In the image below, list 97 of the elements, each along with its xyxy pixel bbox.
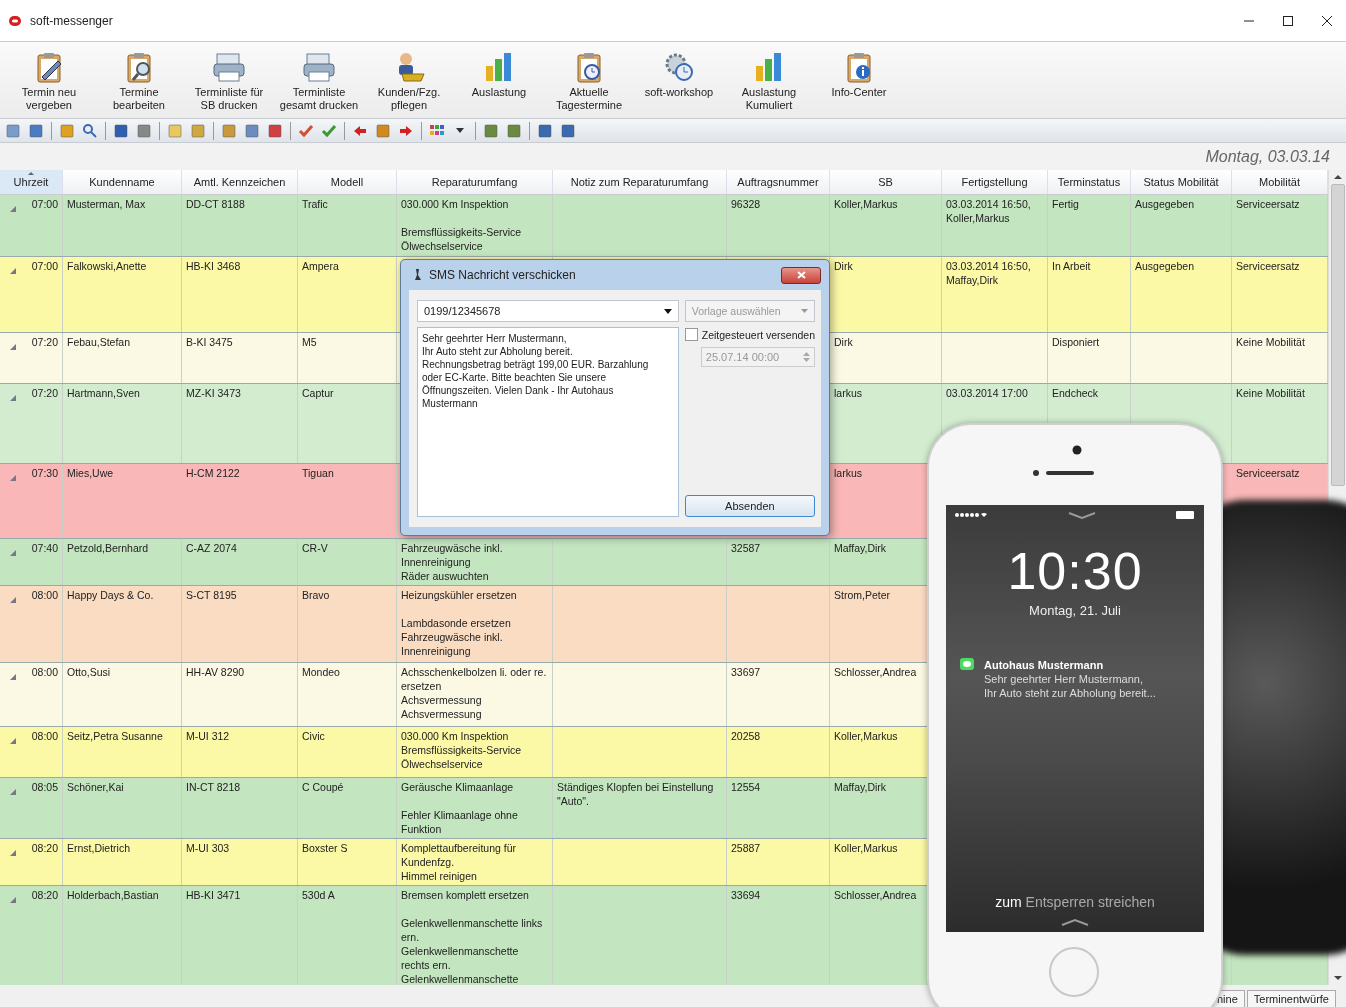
table-cell: 32587: [731, 542, 761, 554]
table-cell: Hartmann,Sven: [67, 387, 140, 399]
table-cell: Heizungskühler ersetzen Lambdasonde ersetzen Fahrzeugwäsche inkl. Innenreinigung: [401, 589, 517, 657]
table-cell: Koller,Markus: [834, 198, 898, 210]
table-cell: Maffay,Dirk: [834, 781, 887, 793]
table-cell: Mondeo: [302, 666, 340, 678]
table-cell: HB-KI 3468: [186, 260, 241, 272]
table-cell-text: 07:40: [31, 541, 58, 556]
table-cell: S-CT 8195: [186, 589, 237, 601]
table-cell-text: 07:00: [31, 197, 58, 212]
table-cell: Strom,Peter: [834, 589, 891, 601]
table-cell: CR-V: [302, 542, 328, 554]
table-cell: Keine Mobilität: [1236, 387, 1305, 399]
table-cell: Schlosser,Andrea: [834, 666, 917, 678]
table-cell: Bravo: [302, 589, 330, 601]
table-cell: Boxster S: [302, 842, 348, 854]
table-cell: MZ-KI 3473: [186, 387, 241, 399]
table-cell: Fertig: [1052, 198, 1079, 210]
table-cell: Ernst,Dietrich: [67, 842, 130, 854]
table-cell: Petzold,Bernhard: [67, 542, 149, 554]
table-cell-text: 07:20: [31, 335, 58, 350]
table-cell: Schlosser,Andrea: [834, 889, 917, 901]
table-cell: Captur: [302, 387, 334, 399]
date-label: Montag, 03.03.14: [1205, 147, 1330, 166]
dialog-title: SMS Nachricht verschicken: [429, 268, 576, 282]
table-cell: Keine Mobilität: [1236, 336, 1305, 348]
table-cell: larkus: [834, 387, 862, 399]
table-cell-text: 08:20: [31, 888, 58, 903]
table-cell: Dirk: [834, 260, 853, 272]
table-cell: 20258: [731, 730, 761, 742]
table-cell: larkus: [834, 467, 862, 479]
table-cell: 12554: [731, 781, 761, 793]
table-cell-text: 08:05: [31, 780, 58, 795]
table-cell: 03.03.2014 16:50, Maffay,Dirk: [946, 260, 1031, 286]
table-cell: H-CM 2122: [186, 467, 240, 479]
table-cell: HB-KI 3471: [186, 889, 241, 901]
table-cell: 030.000 Km Inspektion Bremsflüssigkeits-Service Ölwechselservice: [401, 730, 522, 770]
table-cell: Civic: [302, 730, 325, 742]
table-cell: Fahrzeugwäsche inkl. Innenreinigung Räder auswuchten: [401, 542, 503, 582]
lock-screen-date: Montag, 21. Juli: [1029, 603, 1121, 618]
table-cell: Otto,Susi: [67, 666, 111, 678]
table-cell: Ausgegeben: [1135, 260, 1194, 272]
table-cell: 03.03.2014 17:00: [946, 387, 1028, 399]
table-cell: IN-CT 8218: [186, 781, 241, 793]
table-cell: Seitz,Petra Susanne: [67, 730, 163, 742]
table-cell: Serviceersatz: [1236, 467, 1300, 479]
table-cell: Koller,Markus: [834, 730, 898, 742]
table-cell-text: 07:30: [31, 466, 58, 481]
table-cell: 33697: [731, 666, 761, 678]
table-cell: Geräusche Klimaanlage Fehler Klimaanlage ohne Funktion: [401, 781, 518, 835]
table-cell: Maffay,Dirk: [834, 542, 887, 554]
table-cell: Schöner,Kai: [67, 781, 124, 793]
table-cell: Happy Days & Co.: [67, 589, 154, 601]
table-cell: 030.000 Km Inspektion Bremsflüssigkeits-Service Ölwechselservice: [401, 198, 522, 252]
table-cell: Komplettaufbereitung für Kundenfzg. Himmel reinigen: [401, 842, 516, 882]
table-cell: Febau,Stefan: [67, 336, 131, 348]
table-cell: Musterman, Max: [67, 198, 146, 210]
table-cell: Achsschenkelbolzen li. oder re. ersetzen Achsvermessung Achsvermessung: [401, 666, 547, 720]
table-cell: DD-CT 8188: [186, 198, 245, 210]
table-cell: Trafic: [302, 198, 328, 210]
table-cell: Holderbach,Bastian: [67, 889, 159, 901]
table-cell: 33694: [731, 889, 761, 901]
table-cell: 03.03.2014 16:50, Koller,Markus: [946, 198, 1031, 224]
table-cell: Disponiert: [1052, 336, 1100, 348]
table-cell: Dirk: [834, 336, 853, 348]
table-cell: M5: [302, 336, 317, 348]
table-cell: C Coupé: [302, 781, 344, 793]
table-cell: M-UI 312: [186, 730, 230, 742]
table-cell: 96328: [731, 198, 761, 210]
notification-text: Sehr geehrter Herr Mustermann,: [984, 672, 1144, 686]
table-cell: 530d A: [302, 889, 335, 901]
table-cell: In Arbeit: [1052, 260, 1091, 272]
table-cell: Ausgegeben: [1135, 198, 1194, 210]
table-cell-text: 07:20: [31, 386, 58, 401]
table-cell: Mies,Uwe: [67, 467, 114, 479]
table-cell: Serviceersatz: [1236, 260, 1300, 272]
table-cell-text: 07:00: [31, 259, 58, 274]
table-cell: Koller,Markus: [834, 842, 898, 854]
table-cell: 25887: [731, 842, 761, 854]
notification-text: Ihr Auto steht zur Abholung bereit...: [984, 686, 1156, 700]
table-cell: Endcheck: [1052, 387, 1099, 399]
table-cell-text: 08:00: [31, 729, 58, 744]
window-title: soft-messenger: [30, 13, 113, 28]
table-cell: C-AZ 2074: [186, 542, 237, 554]
table-cell: Ständiges Klopfen bei Einstellung "Auto".: [557, 781, 714, 807]
table-cell: Tiguan: [302, 467, 334, 479]
table-cell: Serviceersatz: [1236, 198, 1300, 210]
table-cell: Bremsen komplett ersetzen Gelenkwellenmanschette links ern. Gelenkwellenmanschette rechts ern. Gelenkwellenmanschette: [401, 889, 543, 985]
table-cell: M-UI 303: [186, 842, 230, 854]
table-cell-text: 08:00: [31, 665, 58, 680]
table-cell: Falkowski,Anette: [67, 260, 147, 272]
table-cell: Ampera: [302, 260, 339, 272]
table-cell-text: 08:20: [31, 841, 58, 856]
table-cell-text: 08:00: [31, 588, 58, 603]
table-cell: B-KI 3475: [186, 336, 233, 348]
table-cell: HH-AV 8290: [186, 666, 245, 678]
unlock-hint: zum Entsperren streichen: [995, 894, 1155, 910]
